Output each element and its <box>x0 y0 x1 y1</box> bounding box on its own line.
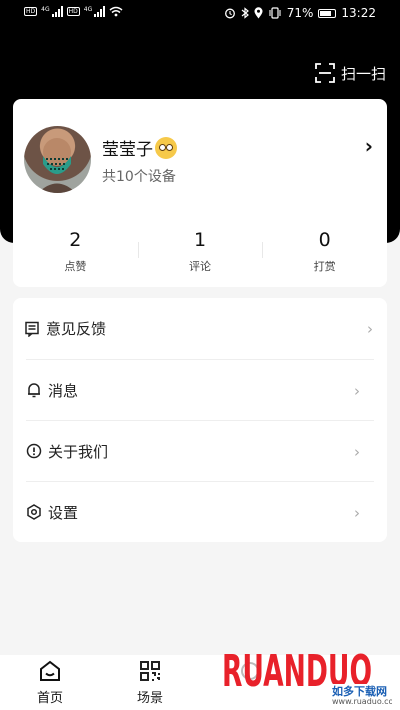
status-bar: HD 4G HD 4G 71% 13:22 <box>0 0 400 30</box>
network-type-2: 4G <box>83 6 93 13</box>
stat-value: 2 <box>69 229 82 251</box>
battery-percent: 71% <box>286 6 314 20</box>
watermark-logo: RUANDUO 如多下载网 www.ruaduo.com <box>222 646 392 706</box>
settings-icon <box>27 504 41 520</box>
chevron-right-icon: › <box>367 320 373 338</box>
alarm-icon <box>224 8 235 19</box>
bluetooth-icon <box>241 7 249 19</box>
status-left: HD 4G HD 4G <box>24 6 123 17</box>
stat-comments[interactable]: 1 评论 <box>137 228 263 278</box>
feedback-icon <box>25 321 39 337</box>
menu-card: 意见反馈 › 消息 › 关于我们 › 设置 › <box>13 298 387 542</box>
home-icon <box>40 660 60 681</box>
scan-label: 扫一扫 <box>340 64 386 83</box>
menu-label: 意见反馈 <box>46 320 107 338</box>
stat-value: 0 <box>318 229 331 251</box>
menu-item-settings[interactable]: 设置 › <box>26 481 374 542</box>
menu-label: 消息 <box>48 381 79 400</box>
signal-icon <box>51 6 63 17</box>
chevron-right-icon: › <box>354 382 360 400</box>
menu-item-messages[interactable]: 消息 › <box>26 359 374 420</box>
hd-badge-2: HD <box>66 7 80 16</box>
stat-label: 点赞 <box>64 260 87 273</box>
clock: 13:22 <box>341 6 376 20</box>
tab-label: 首页 <box>36 691 63 706</box>
watermark-url: www.ruaduo.com <box>332 697 392 706</box>
username[interactable]: 莹莹子 <box>102 135 177 160</box>
menu-label: 设置 <box>48 503 79 522</box>
location-icon <box>254 7 263 19</box>
info-icon <box>26 443 42 459</box>
chevron-right-icon: › <box>354 504 360 522</box>
hd-badge: HD <box>24 7 38 16</box>
network-type-1: 4G <box>41 6 50 13</box>
menu-item-about[interactable]: 关于我们 › <box>26 420 374 481</box>
scene-grid-icon <box>140 661 160 681</box>
username-text: 莹莹子 <box>102 140 153 160</box>
scan-button[interactable]: 扫一扫 <box>315 60 386 86</box>
watermark-subtitle: 如多下载网 <box>332 684 387 698</box>
device-count: 共10个设备 <box>102 169 176 185</box>
wifi-icon <box>109 6 123 17</box>
menu-item-feedback[interactable]: 意见反馈 › <box>13 298 387 359</box>
battery-icon <box>318 8 337 18</box>
stats-row: 2 点赞 1 评论 0 打赏 <box>13 228 387 278</box>
scan-icon <box>315 63 335 83</box>
signal-icon-2 <box>94 6 106 17</box>
profile-card: 莹莹子 共10个设备 › 2 点赞 1 评论 0 打赏 <box>13 99 387 287</box>
blush-emoji-icon <box>155 136 177 159</box>
chevron-right-icon[interactable]: › <box>365 134 373 158</box>
stat-likes[interactable]: 2 点赞 <box>13 228 138 278</box>
stat-label: 评论 <box>189 260 211 273</box>
tab-scenes[interactable]: 场景 <box>100 655 200 710</box>
avatar[interactable] <box>24 126 91 193</box>
stat-value: 1 <box>193 229 207 251</box>
vibrate-icon <box>269 7 281 19</box>
tab-home[interactable]: 首页 <box>0 655 100 710</box>
chevron-right-icon: › <box>354 443 360 461</box>
avatar-image <box>38 138 76 193</box>
stat-tips[interactable]: 0 打赏 <box>262 228 387 278</box>
tab-label: 场景 <box>136 691 163 706</box>
bell-icon <box>28 383 40 398</box>
status-right: 71% 13:22 <box>224 6 376 20</box>
stat-label: 打赏 <box>313 260 336 273</box>
menu-label: 关于我们 <box>48 442 109 461</box>
